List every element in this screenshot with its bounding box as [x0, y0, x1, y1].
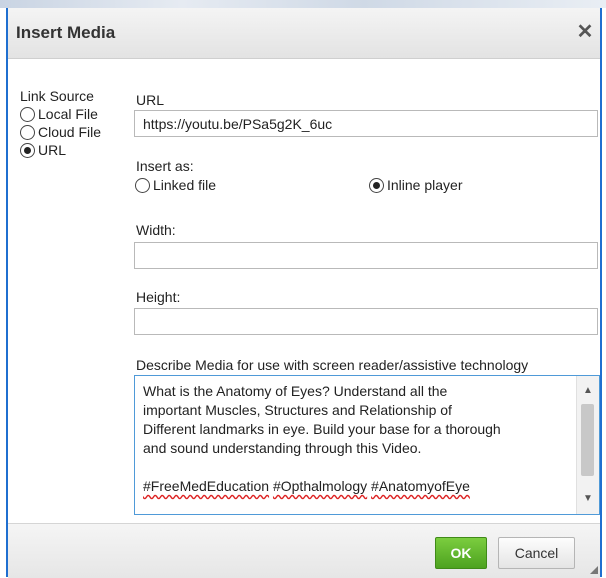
radio-circle-icon[interactable] — [135, 177, 150, 193]
scroll-down-icon[interactable]: ▼ — [577, 490, 599, 508]
description-label: Describe Media for use with screen reade… — [136, 357, 529, 373]
description-text: What is the Anatomy of Eyes? Understand … — [143, 382, 573, 496]
radio-url[interactable]: URL — [20, 142, 66, 158]
description-line: and sound understanding through this Vid… — [143, 440, 422, 456]
height-input[interactable] — [134, 308, 598, 335]
radio-url-label: URL — [38, 142, 67, 158]
width-input[interactable] — [134, 242, 598, 269]
radio-selected-icon[interactable] — [20, 142, 35, 158]
url-label: URL — [136, 92, 165, 108]
scrollbar-thumb[interactable] — [581, 404, 594, 476]
radio-cloud-file-label: Cloud File — [38, 124, 102, 140]
radio-local-file-label: Local File — [38, 106, 98, 122]
description-line: What is the Anatomy of Eyes? Understand … — [143, 383, 448, 399]
description-textarea[interactable]: What is the Anatomy of Eyes? Understand … — [134, 375, 600, 515]
description-line: important Muscles, Structures and Relati… — [143, 402, 452, 418]
description-line: Different landmarks in eye. Build your b… — [143, 421, 501, 437]
radio-linked-file-label: Linked file — [153, 177, 217, 193]
insert-media-dialog: Insert Media ✕ Link Source Local File Cl… — [6, 8, 602, 578]
insert-as-label: Insert as: — [136, 158, 194, 174]
dialog-titlebar[interactable]: Insert Media ✕ — [8, 8, 600, 59]
radio-inline-player[interactable]: Inline player — [369, 177, 463, 193]
radio-cloud-file[interactable]: Cloud File — [20, 124, 101, 140]
radio-local-file[interactable]: Local File — [20, 106, 98, 122]
dialog-title: Insert Media — [16, 23, 116, 42]
radio-linked-file[interactable]: Linked file — [135, 177, 216, 193]
textarea-scrollbar[interactable]: ▲ ▼ — [576, 376, 599, 514]
radio-inline-player-label: Inline player — [387, 177, 463, 193]
background-toolbar-strip — [0, 0, 606, 8]
ok-button[interactable]: OK — [435, 537, 487, 569]
dialog-footer: OK Cancel — [8, 523, 600, 578]
radio-circle-icon[interactable] — [20, 106, 35, 122]
resize-grip-icon[interactable] — [590, 566, 598, 574]
width-label: Width: — [136, 222, 176, 238]
radio-circle-icon[interactable] — [20, 124, 35, 140]
hashtag-opthalmology: #Opthalmology — [272, 478, 368, 494]
scroll-up-icon[interactable]: ▲ — [577, 382, 599, 400]
radio-selected-icon[interactable] — [369, 177, 384, 193]
cancel-button[interactable]: Cancel — [498, 537, 575, 569]
url-input[interactable]: https://youtu.be/PSa5g2K_6uc — [134, 110, 598, 137]
close-icon[interactable]: ✕ — [574, 21, 596, 43]
hashtag-free-med-education: #FreeMedEducation — [143, 478, 270, 494]
height-label: Height: — [136, 289, 181, 305]
link-source-label: Link Source — [20, 88, 94, 104]
hashtag-anatomy-of-eye: #AnatomyofEye — [371, 478, 470, 494]
